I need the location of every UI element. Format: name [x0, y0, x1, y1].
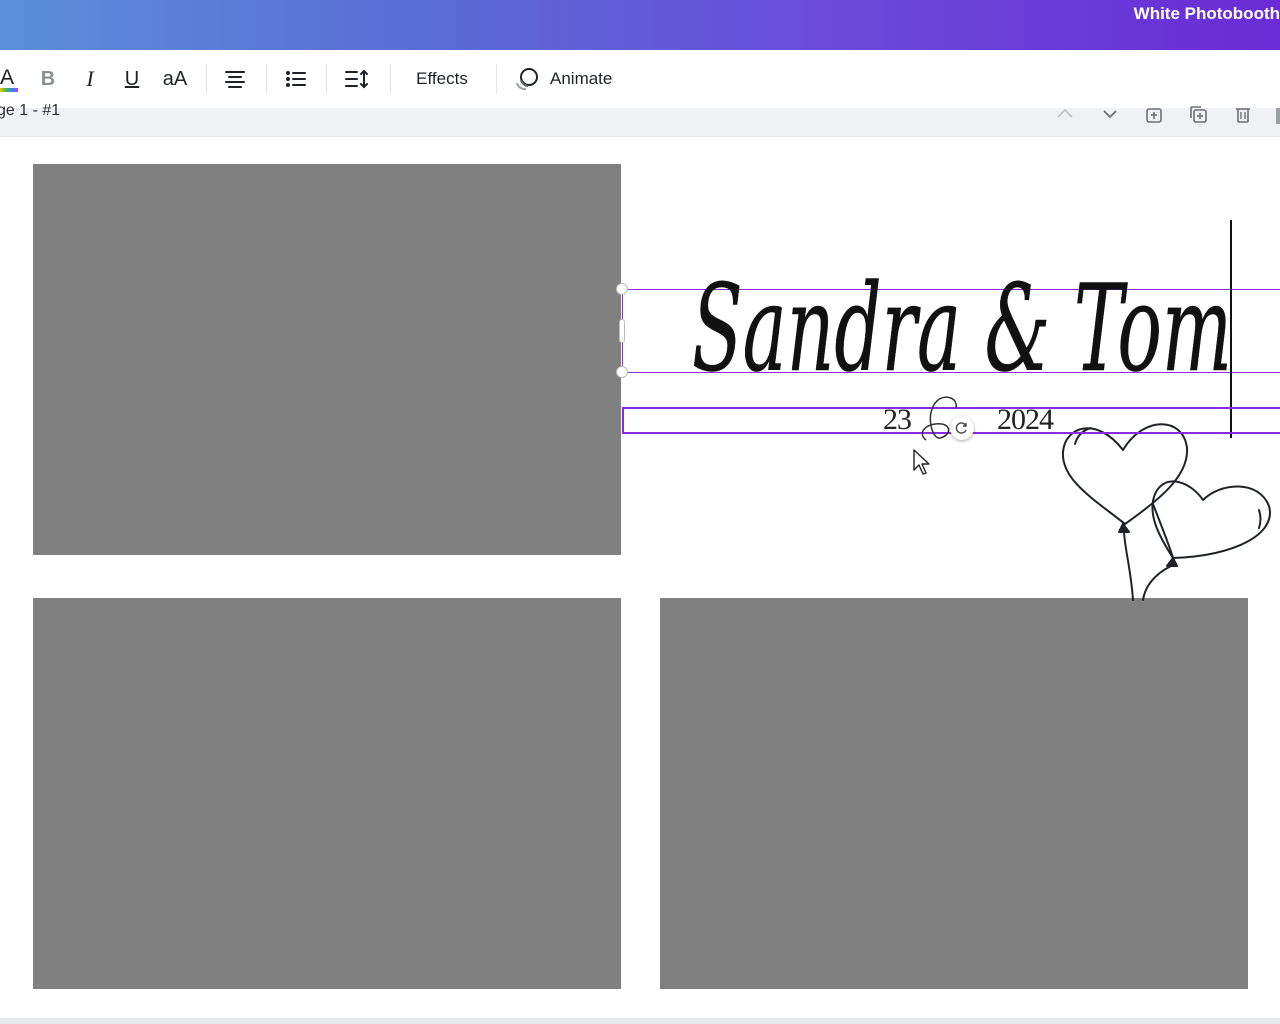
animate-icon	[516, 68, 538, 91]
bullet-list-icon	[286, 71, 306, 87]
svg-text:Sandra & Tom: Sandra & Tom	[692, 260, 1232, 399]
bottom-scrollbar-track	[0, 1018, 1280, 1024]
heart-balloons-graphic[interactable]	[1055, 410, 1280, 602]
align-button[interactable]	[222, 50, 248, 108]
side-resize-handle[interactable]	[619, 319, 625, 343]
letter-case-icon: aA	[162, 67, 188, 90]
photo-placeholder-2[interactable]	[33, 598, 621, 989]
chevron-down-icon[interactable]	[1100, 104, 1120, 124]
animate-button[interactable]: Animate	[512, 50, 626, 108]
text-color-icon: A	[0, 64, 20, 94]
toolbar-divider	[206, 64, 207, 94]
delete-page-icon[interactable]	[1233, 104, 1253, 124]
bold-button[interactable]: B	[36, 50, 60, 108]
mouse-cursor-icon	[913, 449, 930, 475]
toolbar-divider	[266, 64, 267, 94]
line-spacing-icon	[345, 69, 368, 89]
bold-icon: B	[40, 67, 56, 90]
page-header: ge 1 - #1	[0, 102, 1280, 137]
toolbar-divider	[326, 64, 327, 94]
scroll-edge	[1276, 108, 1280, 124]
letter-case-button[interactable]: aA	[160, 50, 190, 108]
chevron-up-icon[interactable]	[1055, 104, 1075, 124]
photo-placeholder-1[interactable]	[33, 164, 621, 555]
text-toolbar: A B I U aA Effects Animate	[0, 50, 1280, 108]
toolbar-divider	[390, 64, 391, 94]
rotate-icon	[955, 422, 967, 434]
spacing-button[interactable]	[343, 50, 371, 108]
top-bar: White Photobooth	[0, 0, 1280, 50]
underline-icon: U	[124, 67, 140, 90]
text-color-button[interactable]: A	[0, 50, 20, 108]
italic-button[interactable]: I	[78, 50, 102, 108]
color-swatch-bar	[0, 88, 18, 92]
resize-handle[interactable]	[616, 283, 628, 295]
underline-button[interactable]: U	[120, 50, 144, 108]
rotate-handle[interactable]	[950, 416, 974, 440]
script-title[interactable]: Sandra & Tom	[690, 230, 1250, 400]
list-button[interactable]	[283, 50, 309, 108]
add-page-icon[interactable]	[1144, 104, 1164, 124]
effects-button[interactable]: Effects	[404, 50, 480, 108]
align-center-icon	[225, 71, 245, 88]
document-title[interactable]: White Photobooth	[1134, 4, 1280, 24]
page-label: ge 1 - #1	[0, 102, 61, 119]
italic-icon: I	[86, 66, 94, 91]
text-cursor	[1230, 220, 1232, 438]
resize-handle[interactable]	[616, 366, 628, 378]
toolbar-divider	[496, 64, 497, 94]
photo-placeholder-3[interactable]	[660, 598, 1248, 989]
duplicate-page-icon[interactable]	[1188, 104, 1208, 124]
